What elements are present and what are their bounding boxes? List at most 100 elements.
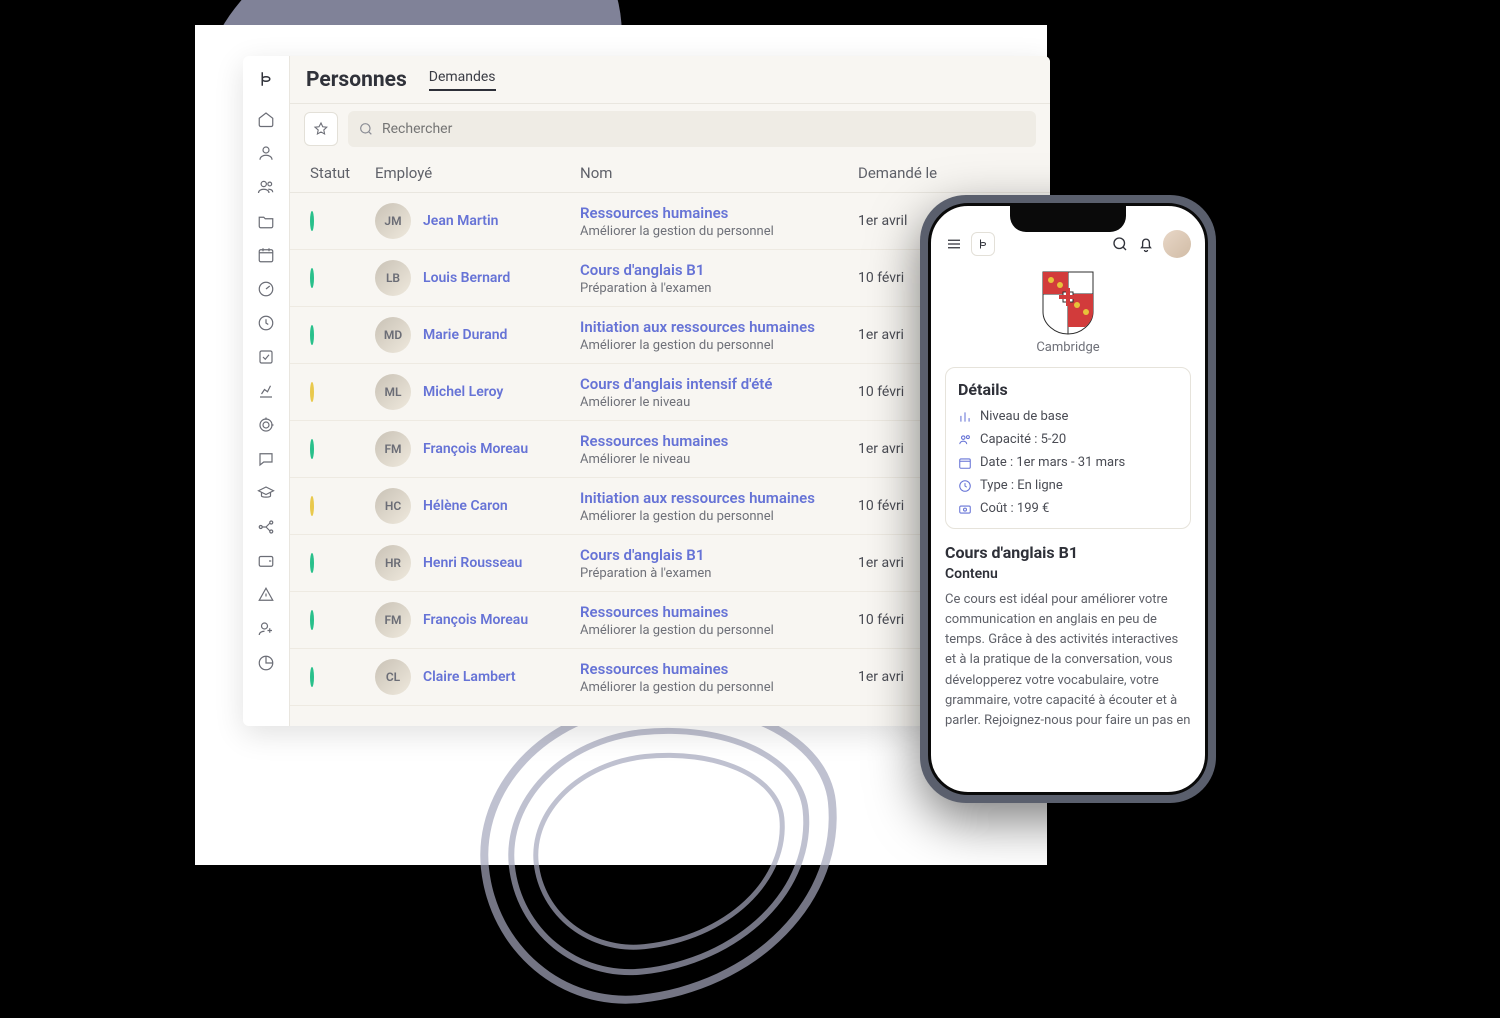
detail-level-text: Niveau de base [980,409,1068,424]
course-cell: Cours d'anglais intensif d'été Améliorer … [580,375,858,410]
employee-name[interactable]: Henri Rousseau [423,555,522,571]
employee-name[interactable]: François Moreau [423,441,528,457]
type-icon [958,479,972,493]
detail-date: Date : 1er mars - 31 mars [958,451,1178,474]
col-name: Nom [580,164,858,182]
chart-icon[interactable] [257,382,275,400]
status-dot [310,553,314,573]
toolbar [290,104,1050,154]
clock-icon[interactable] [257,314,275,332]
employee-name[interactable]: Hélène Caron [423,498,508,514]
person-add-icon[interactable] [257,620,275,638]
calendar-icon[interactable] [257,246,275,264]
course-cell: Initiation aux ressources humaines Amélio… [580,489,858,524]
course-cell: Ressources humaines Améliorer la gestion … [580,660,858,695]
course-title: Cours d'anglais B1 [945,543,1191,562]
avatar: ML [375,374,411,410]
phone-logo [971,232,995,256]
detail-capacity: Capacité : 5-20 [958,428,1178,451]
phone-screen: Cambridge Détails Niveau de base Capacit… [928,203,1208,795]
status-dot [310,268,314,288]
table-header: Statut Employé Nom Demandé le [290,154,1050,193]
app-logo-small [977,238,989,250]
course-cell: Cours d'anglais B1 Préparation à l'examen [580,261,858,296]
employee-cell: JM Jean Martin [375,203,580,239]
course-title[interactable]: Ressources humaines [580,432,858,450]
employee-name[interactable]: Marie Durand [423,327,507,343]
employee-cell: ML Michel Leroy [375,374,580,410]
avatar: MD [375,317,411,353]
col-employee: Employé [375,164,580,182]
search-input[interactable] [382,121,1026,137]
capacity-icon [958,433,972,447]
alert-icon[interactable] [257,586,275,604]
course-title[interactable]: Initiation aux ressources humaines [580,489,858,507]
status-dot [310,325,314,345]
course-subtitle: Préparation à l'examen [580,566,858,581]
date-icon [958,456,972,470]
target-icon[interactable] [257,416,275,434]
search-field[interactable] [348,111,1036,147]
menu-icon[interactable] [945,235,963,253]
employee-name[interactable]: Jean Martin [423,213,498,229]
detail-cost: Coût : 199 € [958,497,1178,520]
tab-demandes[interactable]: Demandes [429,69,496,91]
course-title[interactable]: Initiation aux ressources humaines [580,318,858,336]
employee-cell: HC Hélène Caron [375,488,580,524]
user-icon[interactable] [257,144,275,162]
status-dot [310,610,314,630]
avatar[interactable] [1163,230,1191,258]
employee-cell: HRHenri Rousseau [375,545,580,581]
course-subtitle: Améliorer la gestion du personnel [580,680,858,695]
course-subtitle: Améliorer le niveau [580,395,858,410]
gauge-icon[interactable] [257,280,275,298]
col-requested: Demandé le [858,164,1030,182]
avatar: FM [375,431,411,467]
employee-cell: FM François Moreau [375,431,580,467]
avatar: LB [375,260,411,296]
course-subtitle: Préparation à l'examen [580,281,858,296]
star-icon [313,121,329,137]
course-subtitle: Améliorer le niveau [580,452,858,467]
employee-name[interactable]: Michel Leroy [423,384,503,400]
check-square-icon[interactable] [257,348,275,366]
employee-cell: FMFrançois Moreau [375,602,580,638]
topbar: Personnes Demandes [290,56,1050,104]
flow-icon[interactable] [257,518,275,536]
employee-cell: MD Marie Durand [375,317,580,353]
avatar: HC [375,488,411,524]
phone-topbar [945,230,1191,258]
avatar: JM [375,203,411,239]
favorite-button[interactable] [304,112,338,146]
detail-type-text: Type : En ligne [980,478,1063,493]
pie-icon[interactable] [257,654,275,672]
course-title[interactable]: Ressources humaines [580,603,858,621]
users-icon[interactable] [257,178,275,196]
course-title[interactable]: Ressources humaines [580,660,858,678]
course-subtitle: Améliorer la gestion du personnel [580,509,858,524]
chat-icon[interactable] [257,450,275,468]
org-name: Cambridge [945,340,1191,355]
employee-cell: LB Louis Bernard [375,260,580,296]
wallet-icon[interactable] [257,552,275,570]
avatar: CL [375,659,411,695]
phone-notch [1010,206,1126,232]
employee-name[interactable]: François Moreau [423,612,528,628]
employee-name[interactable]: Louis Bernard [423,270,510,286]
status-dot [310,439,314,459]
status-dot [310,211,314,231]
course-title[interactable]: Ressources humaines [580,204,858,222]
employee-name[interactable]: Claire Lambert [423,669,516,685]
course-cell: Ressources humainesAméliorer la gestion … [580,204,858,239]
search-icon[interactable] [1111,235,1129,253]
home-icon[interactable] [257,110,275,128]
course-title[interactable]: Cours d'anglais B1 [580,546,858,564]
graduation-icon[interactable] [257,484,275,502]
details-card: Détails Niveau de base Capacité : 5-20 D… [945,367,1191,529]
course-title[interactable]: Cours d'anglais B1 [580,261,858,279]
detail-cost-text: Coût : 199 € [980,501,1049,516]
folder-icon[interactable] [257,212,275,230]
bell-icon[interactable] [1137,235,1155,253]
course-subtitle: Améliorer la gestion du personnel [580,623,858,638]
course-title[interactable]: Cours d'anglais intensif d'été [580,375,858,393]
